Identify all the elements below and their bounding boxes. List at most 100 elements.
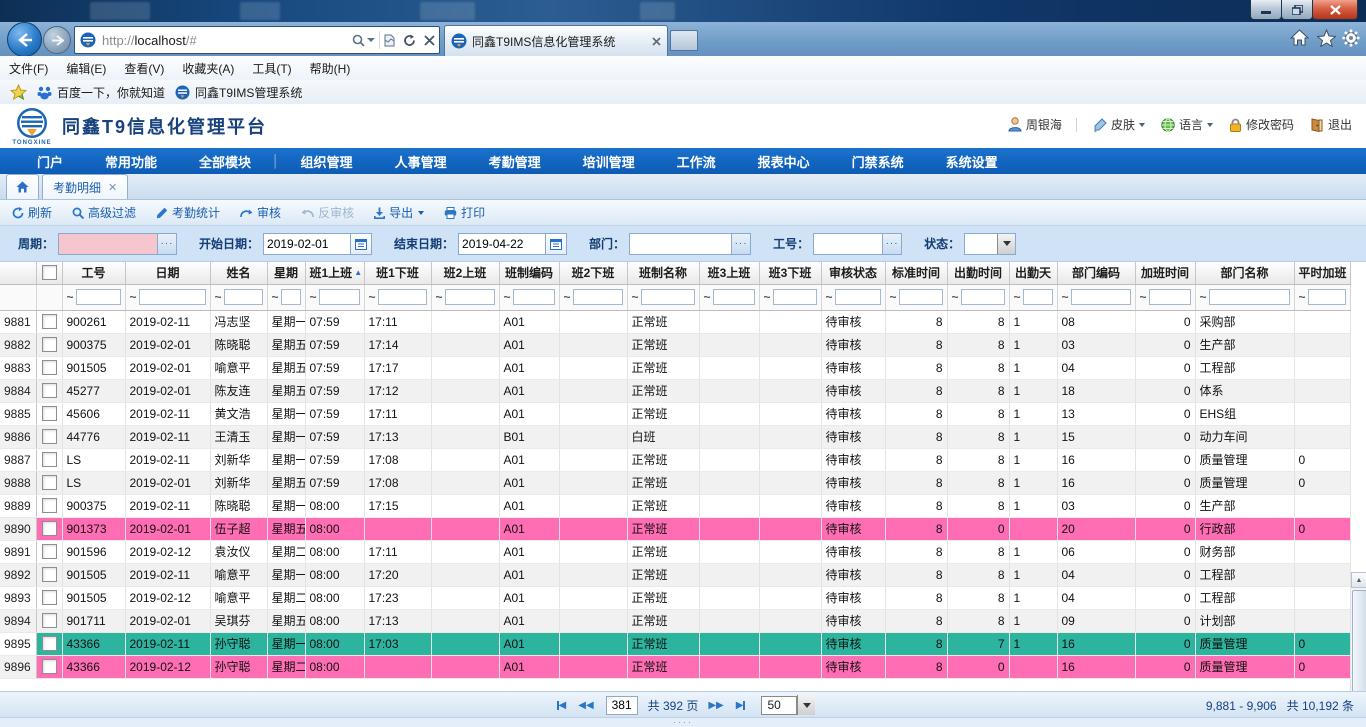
col-header-s2_in[interactable]: 班2上班: [431, 262, 499, 284]
table-row[interactable]: 9884452772019-02-01陈友连星期五07:5917:12A01正常…: [0, 379, 1350, 402]
menu-item[interactable]: 收藏夹(A): [173, 60, 243, 77]
table-row[interactable]: 98819002612019-02-11冯志坚星期一07:5917:11A01正…: [0, 310, 1350, 333]
current-user[interactable]: 周银海: [1008, 116, 1062, 133]
column-filter-input-s1_in[interactable]: [319, 289, 360, 305]
column-filter-input-name[interactable]: [224, 289, 263, 305]
column-filter-input-shift_name[interactable]: [641, 289, 695, 305]
skin-button[interactable]: 皮肤: [1093, 116, 1145, 133]
table-row[interactable]: 98919015962019-02-12袁汝仪星期二08:0017:11A01正…: [0, 540, 1350, 563]
col-header-s3_out[interactable]: 班3下班: [759, 262, 821, 284]
column-filter-input-s3_in[interactable]: [713, 289, 755, 305]
nav-item[interactable]: 门户: [16, 152, 84, 171]
row-checkbox[interactable]: [42, 314, 57, 329]
department-input[interactable]: [630, 236, 731, 252]
reverse-audit-button[interactable]: 反审核: [301, 204, 354, 221]
tab-close-icon[interactable]: [652, 37, 661, 46]
tab-close-icon[interactable]: ✕: [108, 181, 117, 194]
row-checkbox[interactable]: [42, 337, 57, 352]
column-filter-input-att_days[interactable]: [1023, 289, 1053, 305]
nav-item[interactable]: 组织管理: [280, 152, 374, 171]
start-date-calendar-button[interactable]: [350, 234, 371, 254]
employee-no-input[interactable]: [814, 236, 882, 252]
col-header-audit[interactable]: 审核状态: [821, 262, 885, 284]
search-icon[interactable]: [348, 28, 379, 52]
home-tab[interactable]: [6, 174, 39, 199]
column-filter-input-ot_time[interactable]: [1149, 289, 1191, 305]
period-input[interactable]: [59, 236, 157, 252]
column-filter-input-dept_name[interactable]: [1209, 289, 1290, 305]
column-filter-input-week[interactable]: [281, 289, 301, 305]
row-checkbox[interactable]: [42, 406, 57, 421]
col-header-date[interactable]: 日期: [125, 262, 210, 284]
col-header-name[interactable]: 姓名: [210, 262, 267, 284]
column-filter-input-s2_out[interactable]: [573, 289, 623, 305]
page-number-input[interactable]: [606, 696, 638, 715]
status-dropdown-button[interactable]: [997, 234, 1015, 254]
row-checkbox[interactable]: [42, 613, 57, 628]
menu-item[interactable]: 编辑(E): [57, 60, 115, 77]
table-row[interactable]: 9887LS2019-02-11刘新华星期一07:5917:08A01正常班待审…: [0, 448, 1350, 471]
nav-item[interactable]: 培训管理: [562, 152, 656, 171]
column-filter-input-shift_code[interactable]: [513, 289, 555, 305]
col-header-shift_name[interactable]: 班制名称: [627, 262, 699, 284]
col-header-week[interactable]: 星期: [267, 262, 305, 284]
col-header-att_days[interactable]: 出勤天: [1009, 262, 1057, 284]
first-page-button[interactable]: ◀: [557, 700, 567, 711]
end-date-input[interactable]: [459, 236, 545, 252]
table-row[interactable]: 98939015052019-02-12喻意平星期二08:0017:23A01正…: [0, 586, 1350, 609]
new-tab-button[interactable]: [670, 30, 698, 51]
refresh-button[interactable]: 刷新: [12, 204, 52, 221]
row-checkbox[interactable]: [42, 636, 57, 651]
end-date-calendar-button[interactable]: [545, 234, 566, 254]
select-all-checkbox[interactable]: [42, 265, 57, 280]
vertical-scroll-thumb[interactable]: [1352, 590, 1366, 691]
nav-item[interactable]: 报表中心: [737, 152, 831, 171]
col-header-s1_in[interactable]: 班1上班▲: [305, 262, 364, 284]
row-checkbox[interactable]: [42, 567, 57, 582]
restore-button[interactable]: [1281, 0, 1313, 20]
compatibility-view-icon[interactable]: [380, 28, 399, 52]
row-checkbox[interactable]: [42, 544, 57, 559]
menu-item[interactable]: 工具(T): [243, 60, 300, 77]
column-filter-input-s3_out[interactable]: [773, 289, 817, 305]
nav-item[interactable]: 常用功能: [84, 152, 178, 171]
add-favorite-star-icon[interactable]: [10, 84, 27, 100]
table-row[interactable]: 9886447762019-02-11王清玉星期一07:5917:13B01白班…: [0, 425, 1350, 448]
nav-item[interactable]: 系统设置: [925, 152, 1019, 171]
table-row[interactable]: 98829003752019-02-01陈晓聪星期五07:5917:14A01正…: [0, 333, 1350, 356]
advanced-filter-button[interactable]: 高级过滤: [72, 204, 136, 221]
column-filter-input-dept_code[interactable]: [1071, 289, 1131, 305]
start-date-input[interactable]: [264, 236, 350, 252]
bottom-splitter[interactable]: ····: [0, 717, 1366, 727]
browser-tab[interactable]: 同鑫T9IMS信息化管理系统: [444, 25, 668, 56]
status-select[interactable]: [965, 236, 997, 252]
table-row[interactable]: 98899003752019-02-11陈晓聪星期一08:0017:15A01正…: [0, 494, 1350, 517]
nav-item[interactable]: 门禁系统: [831, 152, 925, 171]
column-filter-input-audit[interactable]: [835, 289, 881, 305]
row-checkbox[interactable]: [42, 475, 57, 490]
refresh-page-icon[interactable]: [399, 28, 420, 52]
close-button[interactable]: [1312, 0, 1358, 20]
nav-item[interactable]: 工作流: [656, 152, 737, 171]
export-button[interactable]: 导出: [374, 204, 424, 221]
table-row[interactable]: 9896433662019-02-12孙守聪星期二08:00A01正常班待审核8…: [0, 655, 1350, 678]
col-header-s2_out[interactable]: 班2下班: [559, 262, 627, 284]
col-header-pt_ot[interactable]: 平时加班: [1294, 262, 1350, 284]
next-page-button[interactable]: ▶▶: [708, 700, 723, 711]
favorite-item-baidu[interactable]: 百度一下，你就知道: [37, 84, 165, 101]
print-button[interactable]: 打印: [444, 204, 485, 221]
col-header-s1_out[interactable]: 班1下班: [364, 262, 431, 284]
favorite-item-tongxin[interactable]: 同鑫T9IMS管理系统: [175, 84, 302, 101]
col-header-dept_name[interactable]: 部门名称: [1195, 262, 1294, 284]
menu-item[interactable]: 文件(F): [0, 60, 57, 77]
page-size-select[interactable]: 50: [761, 695, 815, 715]
settings-gear-icon[interactable]: [1342, 29, 1360, 47]
vertical-scrollbar[interactable]: ▲ ▼: [1350, 572, 1366, 691]
table-row[interactable]: 98839015052019-02-01喻意平星期五07:5917:17A01正…: [0, 356, 1350, 379]
col-header-std_time[interactable]: 标准时间: [885, 262, 947, 284]
prev-page-button[interactable]: ◀◀: [578, 700, 593, 711]
column-filter-input-s2_in[interactable]: [445, 289, 495, 305]
scroll-up-arrow[interactable]: ▲: [1351, 572, 1366, 588]
search-dropdown-caret[interactable]: [367, 38, 375, 42]
language-button[interactable]: 语言: [1161, 116, 1213, 133]
